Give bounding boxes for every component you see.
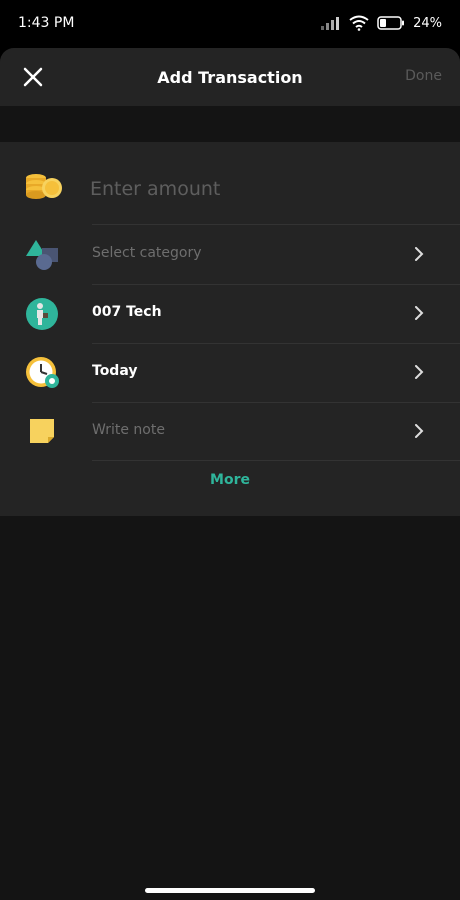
signal-icon — [321, 17, 340, 30]
home-indicator[interactable] — [145, 888, 315, 893]
battery-icon — [377, 16, 405, 30]
status-icons: 24% — [321, 15, 442, 31]
header: Add Transaction Done — [0, 48, 460, 106]
note-row[interactable]: Write note — [0, 402, 460, 461]
note-label: Write note — [92, 422, 165, 438]
date-label: Today — [92, 363, 138, 379]
divider — [92, 460, 460, 461]
status-time: 1:43 PM — [18, 15, 75, 31]
wallet-row[interactable]: 007 Tech — [0, 284, 460, 343]
spacer — [0, 106, 460, 142]
page-title: Add Transaction — [157, 67, 303, 87]
amount-input[interactable] — [90, 172, 390, 206]
wallet-label: 007 Tech — [92, 304, 162, 320]
chevron-right-icon — [415, 424, 424, 438]
transaction-form: Select category 007 Tech — [0, 142, 460, 516]
add-transaction-sheet: Add Transaction Done Enter amount Select… — [0, 48, 460, 900]
wallet-person-icon — [26, 298, 58, 330]
chevron-right-icon — [415, 365, 424, 379]
status-bar: 1:43 PM 24% — [0, 0, 460, 46]
category-shapes-icon — [26, 240, 58, 270]
note-icon — [30, 419, 54, 443]
category-row[interactable]: Select category — [0, 225, 460, 284]
wifi-icon — [349, 15, 369, 31]
chevron-right-icon — [415, 247, 424, 261]
category-label: Select category — [92, 245, 202, 261]
date-row[interactable]: Today — [0, 343, 460, 402]
coins-icon — [26, 174, 62, 199]
close-icon[interactable] — [20, 64, 46, 90]
clock-icon — [26, 357, 59, 388]
done-button[interactable]: Done — [405, 68, 442, 84]
battery-percent: 24% — [413, 15, 442, 31]
more-button[interactable]: More — [0, 472, 460, 488]
amount-row — [0, 142, 460, 224]
chevron-right-icon — [415, 306, 424, 320]
